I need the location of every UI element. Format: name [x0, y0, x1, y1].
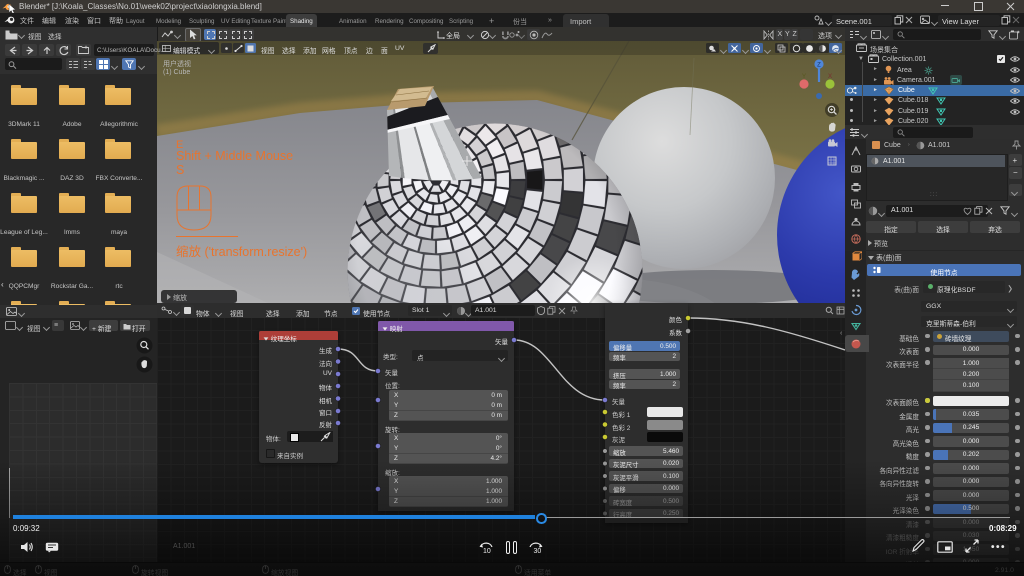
svg-text:Z: Z — [817, 63, 821, 69]
svg-text:30: 30 — [534, 548, 542, 554]
svg-text:X: X — [828, 73, 833, 80]
svg-text:10: 10 — [483, 548, 491, 554]
svg-text:Y: Y — [802, 73, 807, 80]
